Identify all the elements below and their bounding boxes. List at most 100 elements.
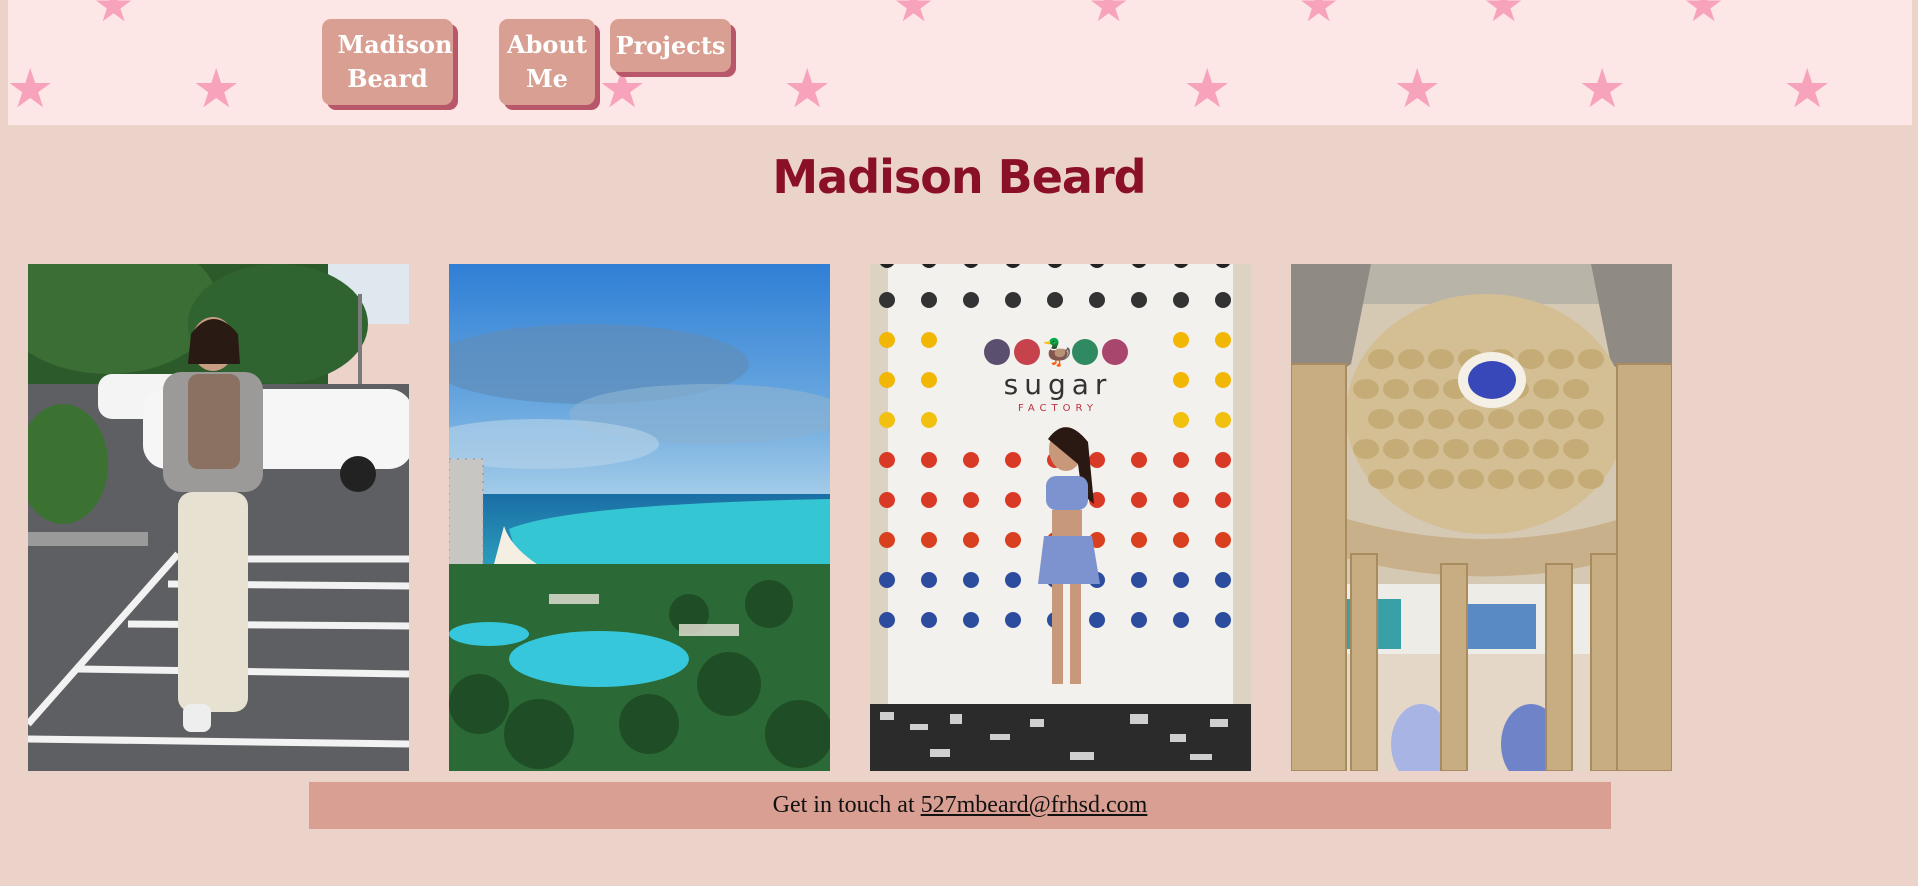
wall-dot bbox=[1215, 532, 1231, 548]
wall-dot bbox=[921, 292, 937, 308]
wall-dot bbox=[963, 452, 979, 468]
wall-dot bbox=[921, 332, 937, 348]
wall-dot bbox=[921, 492, 937, 508]
wall-dot bbox=[1089, 452, 1105, 468]
star-icon: ★ bbox=[1683, 0, 1725, 32]
star-icon: ★ bbox=[893, 0, 935, 32]
wall-dot bbox=[1173, 452, 1189, 468]
wall-dot bbox=[921, 572, 937, 588]
star-icon: ★ bbox=[1578, 57, 1627, 120]
wall-dot bbox=[921, 412, 937, 428]
wall-dot bbox=[879, 612, 895, 628]
nav-home-button[interactable]: Madison Beard bbox=[322, 19, 453, 105]
shell-ornament bbox=[1368, 349, 1394, 369]
star-icon: ★ bbox=[783, 57, 832, 120]
shell-ornament bbox=[1368, 469, 1394, 489]
star-icon: ★ bbox=[1183, 57, 1232, 120]
shell-ornament bbox=[1473, 439, 1499, 459]
wall-dot bbox=[921, 372, 937, 388]
wall-dot bbox=[1173, 372, 1189, 388]
shell-ornament bbox=[1398, 409, 1424, 429]
photo-parking-lot bbox=[28, 264, 409, 771]
page-title: Madison Beard bbox=[772, 150, 1146, 204]
wall-dot bbox=[1089, 612, 1105, 628]
shell-ornament bbox=[1533, 439, 1559, 459]
wall-dot bbox=[879, 412, 895, 428]
shell-ornament bbox=[1503, 439, 1529, 459]
photo-dome-ceiling bbox=[1291, 264, 1672, 771]
shell-ornament bbox=[1413, 439, 1439, 459]
shell-ornament bbox=[1548, 409, 1574, 429]
star-icon: ★ bbox=[1483, 0, 1525, 32]
shell-ornament bbox=[1428, 349, 1454, 369]
shell-ornament bbox=[1518, 469, 1544, 489]
photo-beach-resort-icon bbox=[449, 264, 830, 771]
wall-dot bbox=[963, 492, 979, 508]
shell-ornament bbox=[1428, 409, 1454, 429]
wall-dot bbox=[1215, 332, 1231, 348]
shell-ornament bbox=[1368, 409, 1394, 429]
wall-dot bbox=[1047, 292, 1063, 308]
shell-ornament bbox=[1458, 409, 1484, 429]
contact-prefix: Get in touch at bbox=[772, 792, 915, 818]
wall-dot bbox=[1173, 292, 1189, 308]
wall-dot bbox=[879, 572, 895, 588]
wall-dot bbox=[1005, 492, 1021, 508]
wall-dot bbox=[879, 532, 895, 548]
star-icon: ★ bbox=[8, 57, 55, 120]
shell-ornament bbox=[1383, 379, 1409, 399]
header-banner: ★ ★ ★ ★ ★ ★ ★ ★ ★ ★ ★ ★ ★ ★ bbox=[8, 0, 1912, 125]
wall-dot bbox=[1173, 612, 1189, 628]
contact-footer: Get in touch at 527mbeard@frhsd.com bbox=[309, 782, 1611, 829]
wall-dot bbox=[921, 532, 937, 548]
photo-ornate-dome-ceiling-icon bbox=[1291, 264, 1672, 771]
wall-dot bbox=[1131, 452, 1147, 468]
wall-dot bbox=[879, 372, 895, 388]
star-icon: ★ bbox=[1393, 57, 1442, 120]
nav-projects-button[interactable]: Projects bbox=[610, 19, 731, 72]
shell-ornament bbox=[1353, 379, 1379, 399]
shell-ornament bbox=[1488, 469, 1514, 489]
wall-dot bbox=[1131, 532, 1147, 548]
star-icon: ★ bbox=[1783, 57, 1832, 120]
wall-dot bbox=[1005, 452, 1021, 468]
shell-ornament bbox=[1383, 439, 1409, 459]
wall-dot bbox=[1131, 572, 1147, 588]
wall-dot bbox=[1005, 532, 1021, 548]
wall-dot bbox=[921, 612, 937, 628]
svg-text:sugar: sugar bbox=[1004, 368, 1113, 401]
wall-dot bbox=[879, 292, 895, 308]
star-icon: ★ bbox=[192, 57, 241, 120]
photo-sugar-factory-wall-icon: 🦆 sugar FACTORY bbox=[870, 264, 1251, 771]
nav-about-button[interactable]: About Me bbox=[499, 19, 595, 105]
shell-ornament bbox=[1578, 349, 1604, 369]
nav-projects-label: Projects bbox=[615, 30, 726, 60]
wall-dot bbox=[1173, 332, 1189, 348]
nav-about-label: About Me bbox=[507, 30, 587, 93]
shell-ornament bbox=[1578, 409, 1604, 429]
photo-beach-resort bbox=[449, 264, 830, 771]
wall-dot bbox=[963, 532, 979, 548]
wall-dot bbox=[1005, 612, 1021, 628]
wall-dot bbox=[1215, 612, 1231, 628]
shell-ornament bbox=[1413, 379, 1439, 399]
star-icon: ★ bbox=[1298, 0, 1340, 32]
shell-ornament bbox=[1518, 409, 1544, 429]
wall-dot bbox=[1173, 492, 1189, 508]
wall-dot bbox=[963, 292, 979, 308]
wall-dot bbox=[1173, 412, 1189, 428]
wall-dot bbox=[879, 492, 895, 508]
shell-ornament bbox=[1458, 469, 1484, 489]
wall-dot bbox=[1131, 612, 1147, 628]
wall-dot bbox=[1005, 292, 1021, 308]
shell-ornament bbox=[1488, 409, 1514, 429]
wall-dot bbox=[963, 572, 979, 588]
shell-ornament bbox=[1563, 439, 1589, 459]
wall-dot bbox=[1215, 572, 1231, 588]
wall-dot bbox=[963, 612, 979, 628]
contact-email-link[interactable]: 527mbeard@frhsd.com bbox=[921, 792, 1148, 818]
wall-dot bbox=[879, 332, 895, 348]
wall-dot bbox=[879, 452, 895, 468]
wall-dot bbox=[1005, 572, 1021, 588]
svg-text:FACTORY: FACTORY bbox=[1018, 403, 1098, 414]
